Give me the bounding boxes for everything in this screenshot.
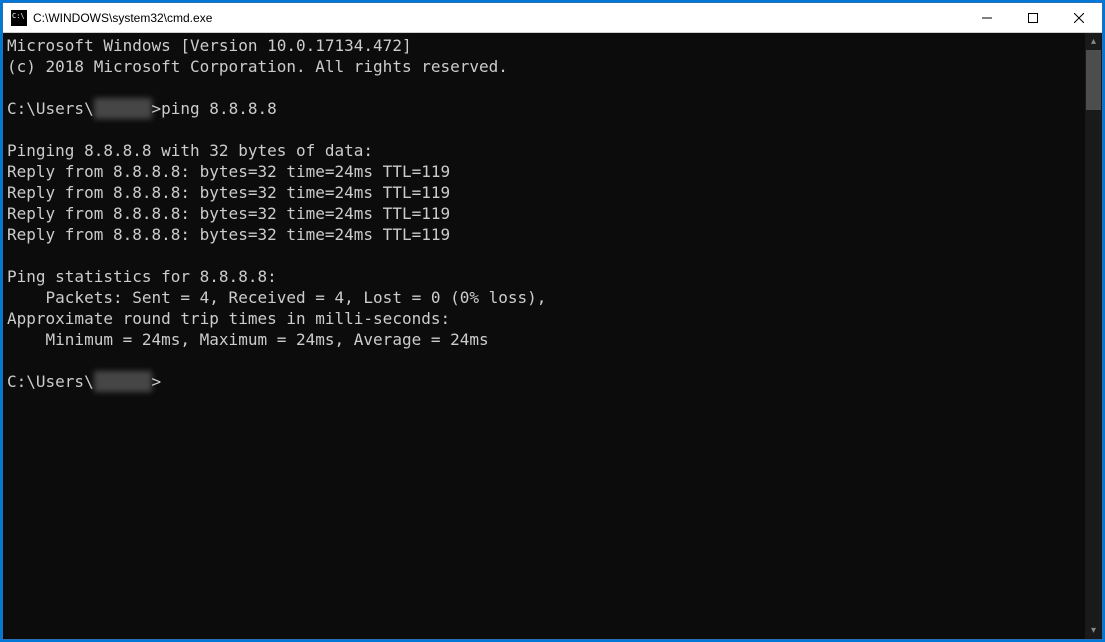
copyright-line: (c) 2018 Microsoft Corporation. All righ… [7,57,508,76]
minimize-button[interactable] [964,3,1010,33]
rtt-line: Minimum = 24ms, Maximum = 24ms, Average … [7,330,489,349]
close-button[interactable] [1056,3,1102,33]
approx-line: Approximate round trip times in milli-se… [7,309,450,328]
cmd-window: C:\WINDOWS\system32\cmd.exe Microsoft Wi… [2,2,1103,640]
version-line: Microsoft Windows [Version 10.0.17134.47… [7,36,412,55]
prompt-suffix: > [152,372,162,391]
stats-header: Ping statistics for 8.8.8.8: [7,267,277,286]
command-text: ping 8.8.8.8 [161,99,277,118]
packets-line: Packets: Sent = 4, Received = 4, Lost = … [7,288,546,307]
reply-line: Reply from 8.8.8.8: bytes=32 time=24ms T… [7,162,450,181]
prompt-prefix: C:\Users\ [7,99,94,118]
pinging-line: Pinging 8.8.8.8 with 32 bytes of data: [7,141,373,160]
client-area: Microsoft Windows [Version 10.0.17134.47… [3,33,1102,639]
reply-line: Reply from 8.8.8.8: bytes=32 time=24ms T… [7,204,450,223]
titlebar[interactable]: C:\WINDOWS\system32\cmd.exe [3,3,1102,33]
cmd-icon [11,10,27,26]
reply-line: Reply from 8.8.8.8: bytes=32 time=24ms T… [7,225,450,244]
prompt-prefix: C:\Users\ [7,372,94,391]
vertical-scrollbar[interactable]: ▴ ▾ [1085,33,1102,639]
scroll-thumb[interactable] [1086,50,1101,110]
scroll-down-icon[interactable]: ▾ [1085,622,1102,639]
username-obscured: XXXXXX [94,371,152,392]
username-obscured: XXXXXX [94,98,152,119]
terminal-output[interactable]: Microsoft Windows [Version 10.0.17134.47… [3,33,1085,639]
window-title: C:\WINDOWS\system32\cmd.exe [33,11,212,25]
maximize-button[interactable] [1010,3,1056,33]
scroll-up-icon[interactable]: ▴ [1085,33,1102,50]
prompt-suffix: > [152,99,162,118]
reply-line: Reply from 8.8.8.8: bytes=32 time=24ms T… [7,183,450,202]
